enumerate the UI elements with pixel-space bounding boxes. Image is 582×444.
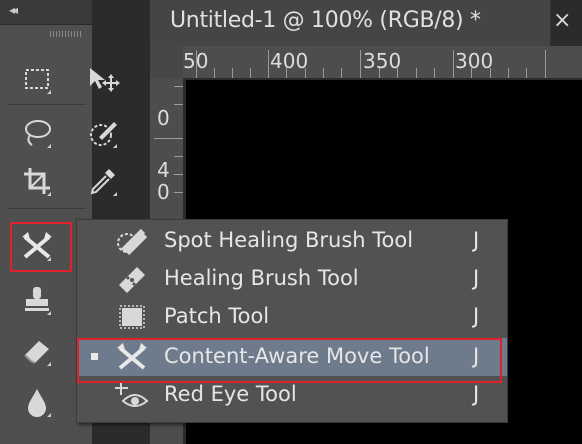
ruler-label: 4 [157,158,170,182]
healing-tools-flyout: Spot Healing Brush Tool J Healing Brush … [76,219,508,423]
menu-item-label: Spot Healing Brush Tool [164,228,414,252]
lasso-tool-button[interactable] [20,114,54,152]
eyedropper-tool-button[interactable] [86,162,120,200]
eraser-tool-button[interactable] [20,332,54,370]
menu-item-shortcut: J [473,228,480,252]
panel-grip-icon[interactable] [50,31,82,37]
close-icon[interactable]: × [553,8,571,33]
quick-selection-tool-button[interactable] [86,114,120,152]
active-tool-highlight [10,222,72,272]
document-title: Untitled-1 @ 100% (RGB/8) * [170,8,481,33]
menu-item-shortcut: J [473,304,480,328]
menu-item-shortcut: J [473,382,480,406]
bandage-icon [119,267,145,293]
blur-tool-button[interactable] [20,383,54,421]
ruler-label: 0 [157,180,170,204]
spot-healing-brush-icon [117,228,148,256]
selected-item-highlight [77,338,502,383]
red-eye-icon [115,381,149,407]
move-tool-button[interactable] [86,60,120,98]
ruler-label: 350 [363,49,402,73]
menu-item-patch[interactable]: Patch Tool J [77,298,507,336]
collapse-icon[interactable]: ◂◂ [9,3,18,17]
tool-separator [8,104,86,105]
ruler-label: 300 [455,49,494,73]
tool-separator [8,208,86,209]
menu-item-healing-brush[interactable]: Healing Brush Tool J [77,260,507,298]
move-arrow-icon [90,68,120,92]
menu-item-label: Red Eye Tool [164,382,297,406]
ruler-origin[interactable] [150,46,183,78]
ruler-label: 400 [270,49,309,73]
menu-item-shortcut: J [473,266,480,290]
menu-item-label: Patch Tool [164,304,270,328]
ruler-label: 0 [157,106,170,130]
patch-icon [119,305,145,329]
stamp-tool-button[interactable] [20,281,54,319]
marquee-tool-button[interactable] [20,60,54,98]
ruler-label: 50 [183,49,209,73]
menu-item-label: Healing Brush Tool [164,266,359,290]
crop-tool-button[interactable] [20,162,54,200]
menu-item-spot-healing-brush[interactable]: Spot Healing Brush Tool J [77,222,507,260]
